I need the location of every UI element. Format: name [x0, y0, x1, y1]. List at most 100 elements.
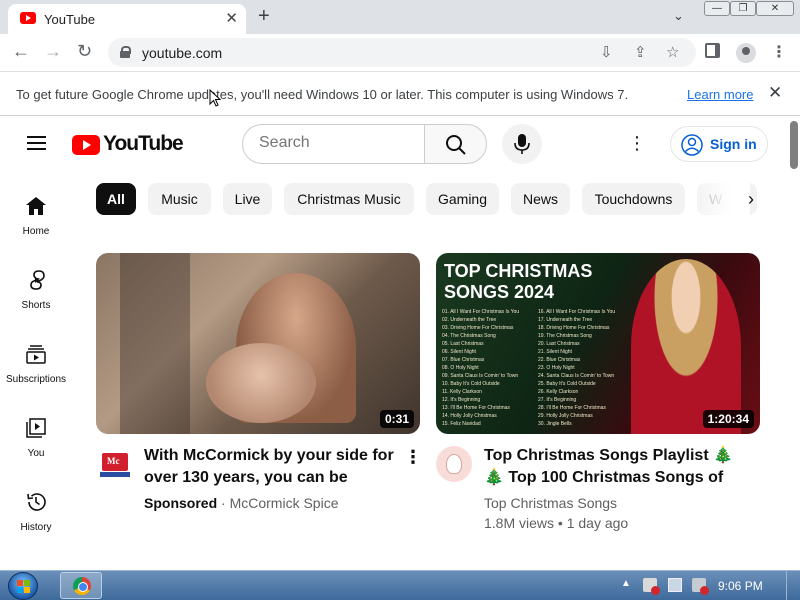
volume-icon[interactable]	[692, 578, 709, 595]
sign-in-button[interactable]: Sign in	[670, 126, 768, 162]
rail-you-label: You	[27, 448, 45, 459]
thumbnail-track-line: 22. Blue Christmas	[538, 357, 581, 363]
close-window-button[interactable]: ✕	[756, 1, 794, 16]
thumbnail-track-line: 02. Underneath the Tree	[442, 317, 497, 323]
rail-subscriptions[interactable]: Subscriptions	[0, 343, 72, 403]
learn-more-link[interactable]: Learn more	[687, 87, 753, 102]
youtube-logo-icon[interactable]	[72, 135, 100, 155]
chip-live[interactable]: Live	[223, 183, 272, 215]
start-button[interactable]	[8, 572, 38, 600]
chip-gaming[interactable]: Gaming	[426, 183, 499, 215]
guide-menu-icon[interactable]	[27, 136, 46, 150]
thumbnail-track-line: 01. All I Want For Christmas Is You	[442, 309, 520, 315]
thumbnail-track-line: 16. All I Want For Christmas Is You	[538, 309, 616, 315]
thumbnail-track-line: 10. Baby It's Cold Outside	[442, 381, 500, 387]
channel-name[interactable]: McCormick Spice	[230, 495, 339, 511]
new-tab-plus-icon[interactable]: +	[258, 5, 270, 28]
thumbnail-track-line: 14. Holly Jolly Christmas	[442, 413, 497, 419]
chip-christmas-music[interactable]: Christmas Music	[284, 183, 414, 215]
thumbnail-track-line: 04. The Christmas Song	[442, 333, 496, 339]
chip-news[interactable]: News	[511, 183, 570, 215]
thumbnail-tracklist-left: 01. All I Want For Christmas Is You 02. U…	[442, 308, 538, 428]
chrome-icon	[73, 577, 91, 595]
thumbnail-singer-figure	[631, 259, 741, 434]
subscriptions-icon	[26, 345, 46, 364]
install-icon[interactable]: ⇩	[600, 43, 613, 61]
minimize-window-button[interactable]: —	[704, 1, 730, 16]
video-duration: 1:20:34	[702, 410, 754, 428]
chip-touchdowns[interactable]: Touchdowns	[582, 183, 685, 215]
video-thumbnail[interactable]: 0:31	[96, 253, 420, 434]
rail-history-label: History	[20, 522, 52, 533]
address-bar[interactable]: youtube.com ⇩ ⇪ ☆	[108, 38, 696, 67]
thumbnail-track-line: 23. O Holy Night	[538, 365, 575, 371]
thumbnail-track-line: 17. Underneath the Tree	[538, 317, 593, 323]
rail-subscriptions-label: Subscriptions	[5, 374, 67, 385]
thumbnail-track-line: 13. I'll Be Home For Christmas	[442, 405, 510, 411]
infobar-close-icon[interactable]: ✕	[768, 83, 782, 103]
chip-music[interactable]: Music	[148, 183, 211, 215]
chip-fade	[690, 179, 750, 219]
rail-you[interactable]: You	[0, 417, 72, 477]
search-box[interactable]	[242, 124, 424, 164]
thumbnail-baby-figure	[206, 343, 316, 423]
tray-expand-icon[interactable]: ▲	[621, 578, 635, 592]
video-duration: 0:31	[379, 410, 414, 428]
chip-next-chevron-icon[interactable]: ›	[748, 189, 754, 210]
address-url[interactable]: youtube.com	[142, 45, 222, 61]
thumbnail-track-line: 26. Kelly Clarkson	[538, 389, 579, 395]
restore-window-button[interactable]: ❐	[730, 1, 756, 16]
youtube-page: YouTube ⋮ Sign in All Music Live Christm…	[0, 117, 800, 570]
voice-search-button[interactable]	[502, 124, 542, 164]
page-scrollbar[interactable]	[788, 117, 800, 570]
tab-search-chevron-icon[interactable]: ⌄	[673, 8, 684, 24]
chip-all[interactable]: All	[96, 183, 136, 215]
search-icon	[446, 135, 466, 155]
browser-toolbar: ← → ↻ youtube.com ⇩ ⇪ ☆ ⋮	[0, 34, 800, 72]
network-icon[interactable]	[668, 578, 682, 592]
tab-close-icon[interactable]: ✕	[225, 9, 238, 27]
show-desktop-button[interactable]	[786, 571, 800, 600]
video-meta: Sponsored · McCormick Spice	[144, 493, 338, 513]
forward-arrow-icon[interactable]: →	[44, 41, 62, 62]
settings-kebab-icon[interactable]: ⋮	[628, 133, 646, 154]
rail-history[interactable]: History	[0, 491, 72, 551]
search-button[interactable]	[424, 124, 487, 164]
rail-shorts-label: Shorts	[21, 300, 51, 311]
rail-home[interactable]: Home	[0, 195, 72, 255]
star-icon[interactable]: ☆	[666, 43, 679, 61]
lock-icon[interactable]	[120, 46, 131, 58]
video-view-stats: 1.8M views • 1 day ago	[484, 515, 629, 531]
side-panel-icon[interactable]	[705, 43, 720, 58]
rail-shorts[interactable]: Shorts	[0, 269, 72, 329]
thumbnail-track-line: 11. Kelly Clarkson	[442, 389, 482, 395]
back-arrow-icon[interactable]: ←	[12, 41, 30, 62]
thumbnail-track-line: 28. I'll Be Home For Christmas	[538, 405, 606, 411]
chrome-menu-kebab-icon[interactable]: ⋮	[771, 42, 787, 62]
thumbnail-track-line: 06. Silent Night	[442, 349, 476, 355]
sponsored-label: Sponsored	[144, 495, 218, 511]
profile-icon[interactable]	[736, 43, 756, 63]
action-center-flag-icon[interactable]	[643, 578, 660, 595]
taskbar-clock[interactable]: 9:06 PM	[718, 579, 763, 593]
video-thumbnail[interactable]: TOP CHRISTMAS SONGS 2024 01. All I Want …	[436, 253, 760, 434]
video-menu-kebab-icon[interactable]: ⋮	[404, 447, 422, 468]
thumbnail-track-line: 24. Santa Claus Is Comin' to Town	[538, 373, 615, 379]
tab-youtube[interactable]: YouTube ✕	[8, 4, 246, 34]
windows-taskbar: ▲ 9:06 PM	[0, 570, 800, 600]
video-title[interactable]: Top Christmas Songs Playlist 🎄🎄 Top 100 …	[484, 445, 734, 489]
search-input[interactable]	[259, 134, 409, 152]
video-title[interactable]: With McCormick by your side for over 130…	[144, 445, 394, 489]
shorts-icon	[30, 270, 45, 290]
mccormick-channel-avatar[interactable]: Mc	[100, 451, 130, 481]
channel-name[interactable]: Top Christmas Songs	[484, 493, 617, 513]
reload-icon[interactable]: ↻	[77, 41, 92, 62]
youtube-logo-text[interactable]: YouTube	[103, 132, 184, 156]
thumbnail-track-line: 18. Driving Home For Christmas	[538, 325, 610, 331]
scrollbar-thumb[interactable]	[790, 121, 798, 169]
youtube-favicon-icon	[20, 12, 36, 24]
tab-strip: YouTube ✕ + ⌄ — ❐ ✕	[0, 0, 800, 34]
taskbar-chrome-button[interactable]	[60, 572, 102, 599]
share-icon[interactable]: ⇪	[634, 43, 647, 61]
top-christmas-songs-channel-avatar[interactable]	[436, 446, 472, 482]
